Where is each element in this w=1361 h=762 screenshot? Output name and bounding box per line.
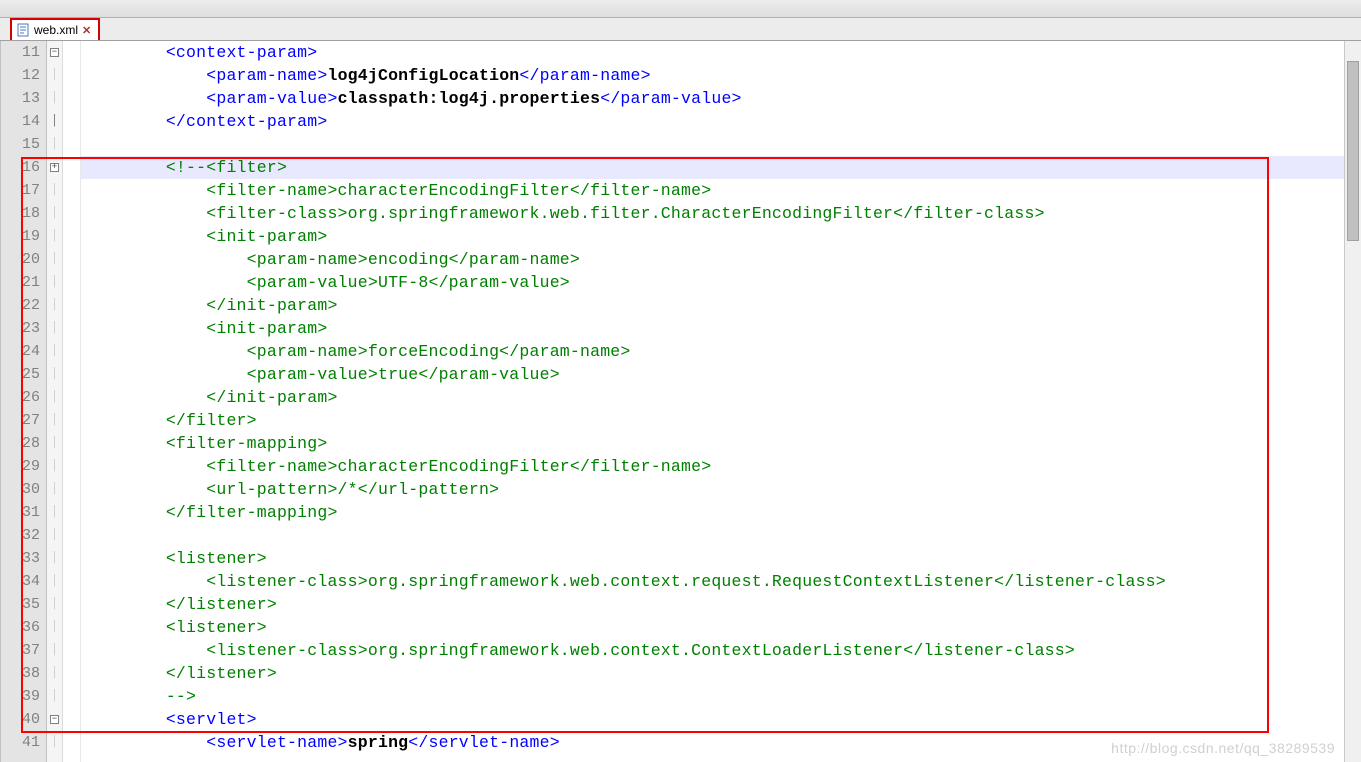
line-number: 40 [1,708,40,731]
file-tab[interactable]: web.xml ✕ [10,18,100,40]
code-line[interactable]: <param-name>encoding</param-name> [81,248,1360,271]
code-line[interactable]: </filter-mapping> [81,501,1360,524]
close-icon[interactable]: ✕ [82,24,94,36]
code-line[interactable]: </init-param> [81,386,1360,409]
code-line[interactable]: <param-name>log4jConfigLocation</param-n… [81,64,1360,87]
line-number: 22 [1,294,40,317]
line-number: 19 [1,225,40,248]
code-line[interactable]: <param-value>UTF-8</param-value> [81,271,1360,294]
line-number: 30 [1,478,40,501]
code-line[interactable]: <filter-name>characterEncodingFilter</fi… [81,455,1360,478]
editor: 1112131415161718192021222324252627282930… [0,41,1361,762]
code-line[interactable]: <filter-name>characterEncodingFilter</fi… [81,179,1360,202]
code-line[interactable]: --> [81,685,1360,708]
line-number: 33 [1,547,40,570]
code-line[interactable]: <init-param> [81,317,1360,340]
watermark: http://blog.csdn.net/qq_38289539 [1111,740,1335,756]
code-line[interactable]: <param-value>classpath:log4j.properties<… [81,87,1360,110]
line-number: 24 [1,340,40,363]
code-line[interactable]: </context-param> [81,110,1360,133]
line-number: 20 [1,248,40,271]
code-line[interactable]: <url-pattern>/*</url-pattern> [81,478,1360,501]
line-number: 26 [1,386,40,409]
line-number-gutter: 1112131415161718192021222324252627282930… [1,41,47,762]
line-number: 13 [1,87,40,110]
code-line[interactable]: <listener> [81,547,1360,570]
line-number: 38 [1,662,40,685]
code-area[interactable]: <context-param> <param-name>log4jConfigL… [81,41,1360,762]
line-number: 34 [1,570,40,593]
line-number: 18 [1,202,40,225]
fold-column[interactable]: −││││+│││││││││││││││││││││││−│ [47,41,63,762]
vertical-scrollbar[interactable] [1344,41,1361,762]
scrollbar-thumb[interactable] [1347,61,1359,241]
line-number: 36 [1,616,40,639]
line-number: 11 [1,41,40,64]
line-number: 21 [1,271,40,294]
line-number: 32 [1,524,40,547]
line-number: 23 [1,317,40,340]
code-line[interactable]: </init-param> [81,294,1360,317]
code-line[interactable]: </listener> [81,593,1360,616]
line-number: 12 [1,64,40,87]
code-line[interactable]: <filter-mapping> [81,432,1360,455]
code-line[interactable]: <!--<filter> [81,156,1360,179]
code-line[interactable]: <param-name>forceEncoding</param-name> [81,340,1360,363]
code-line[interactable]: <listener-class>org.springframework.web.… [81,639,1360,662]
tab-filename: web.xml [34,23,78,37]
line-number: 41 [1,731,40,754]
line-number: 37 [1,639,40,662]
fold-toggle-open[interactable]: − [50,715,59,724]
line-number: 35 [1,593,40,616]
code-line[interactable]: </listener> [81,662,1360,685]
line-number: 17 [1,179,40,202]
line-number: 25 [1,363,40,386]
line-number: 31 [1,501,40,524]
code-line[interactable]: <listener> [81,616,1360,639]
line-number: 15 [1,133,40,156]
line-number: 39 [1,685,40,708]
fold-toggle-closed[interactable]: + [50,163,59,172]
toolbar-stub [0,0,1361,18]
line-number: 28 [1,432,40,455]
code-line[interactable]: <listener-class>org.springframework.web.… [81,570,1360,593]
code-line[interactable]: </filter> [81,409,1360,432]
code-line[interactable]: <init-param> [81,225,1360,248]
line-number: 29 [1,455,40,478]
code-line[interactable]: <servlet> [81,708,1360,731]
line-number: 14 [1,110,40,133]
line-number: 16 [1,156,40,179]
tab-bar: web.xml ✕ [0,18,1361,41]
code-line[interactable]: <param-value>true</param-value> [81,363,1360,386]
code-line[interactable]: <filter-class>org.springframework.web.fi… [81,202,1360,225]
fold-toggle-open[interactable]: − [50,48,59,57]
file-icon [16,23,30,37]
code-line[interactable] [81,524,1360,547]
code-line[interactable]: <context-param> [81,41,1360,64]
marker-column [63,41,81,762]
code-line[interactable] [81,133,1360,156]
line-number: 27 [1,409,40,432]
